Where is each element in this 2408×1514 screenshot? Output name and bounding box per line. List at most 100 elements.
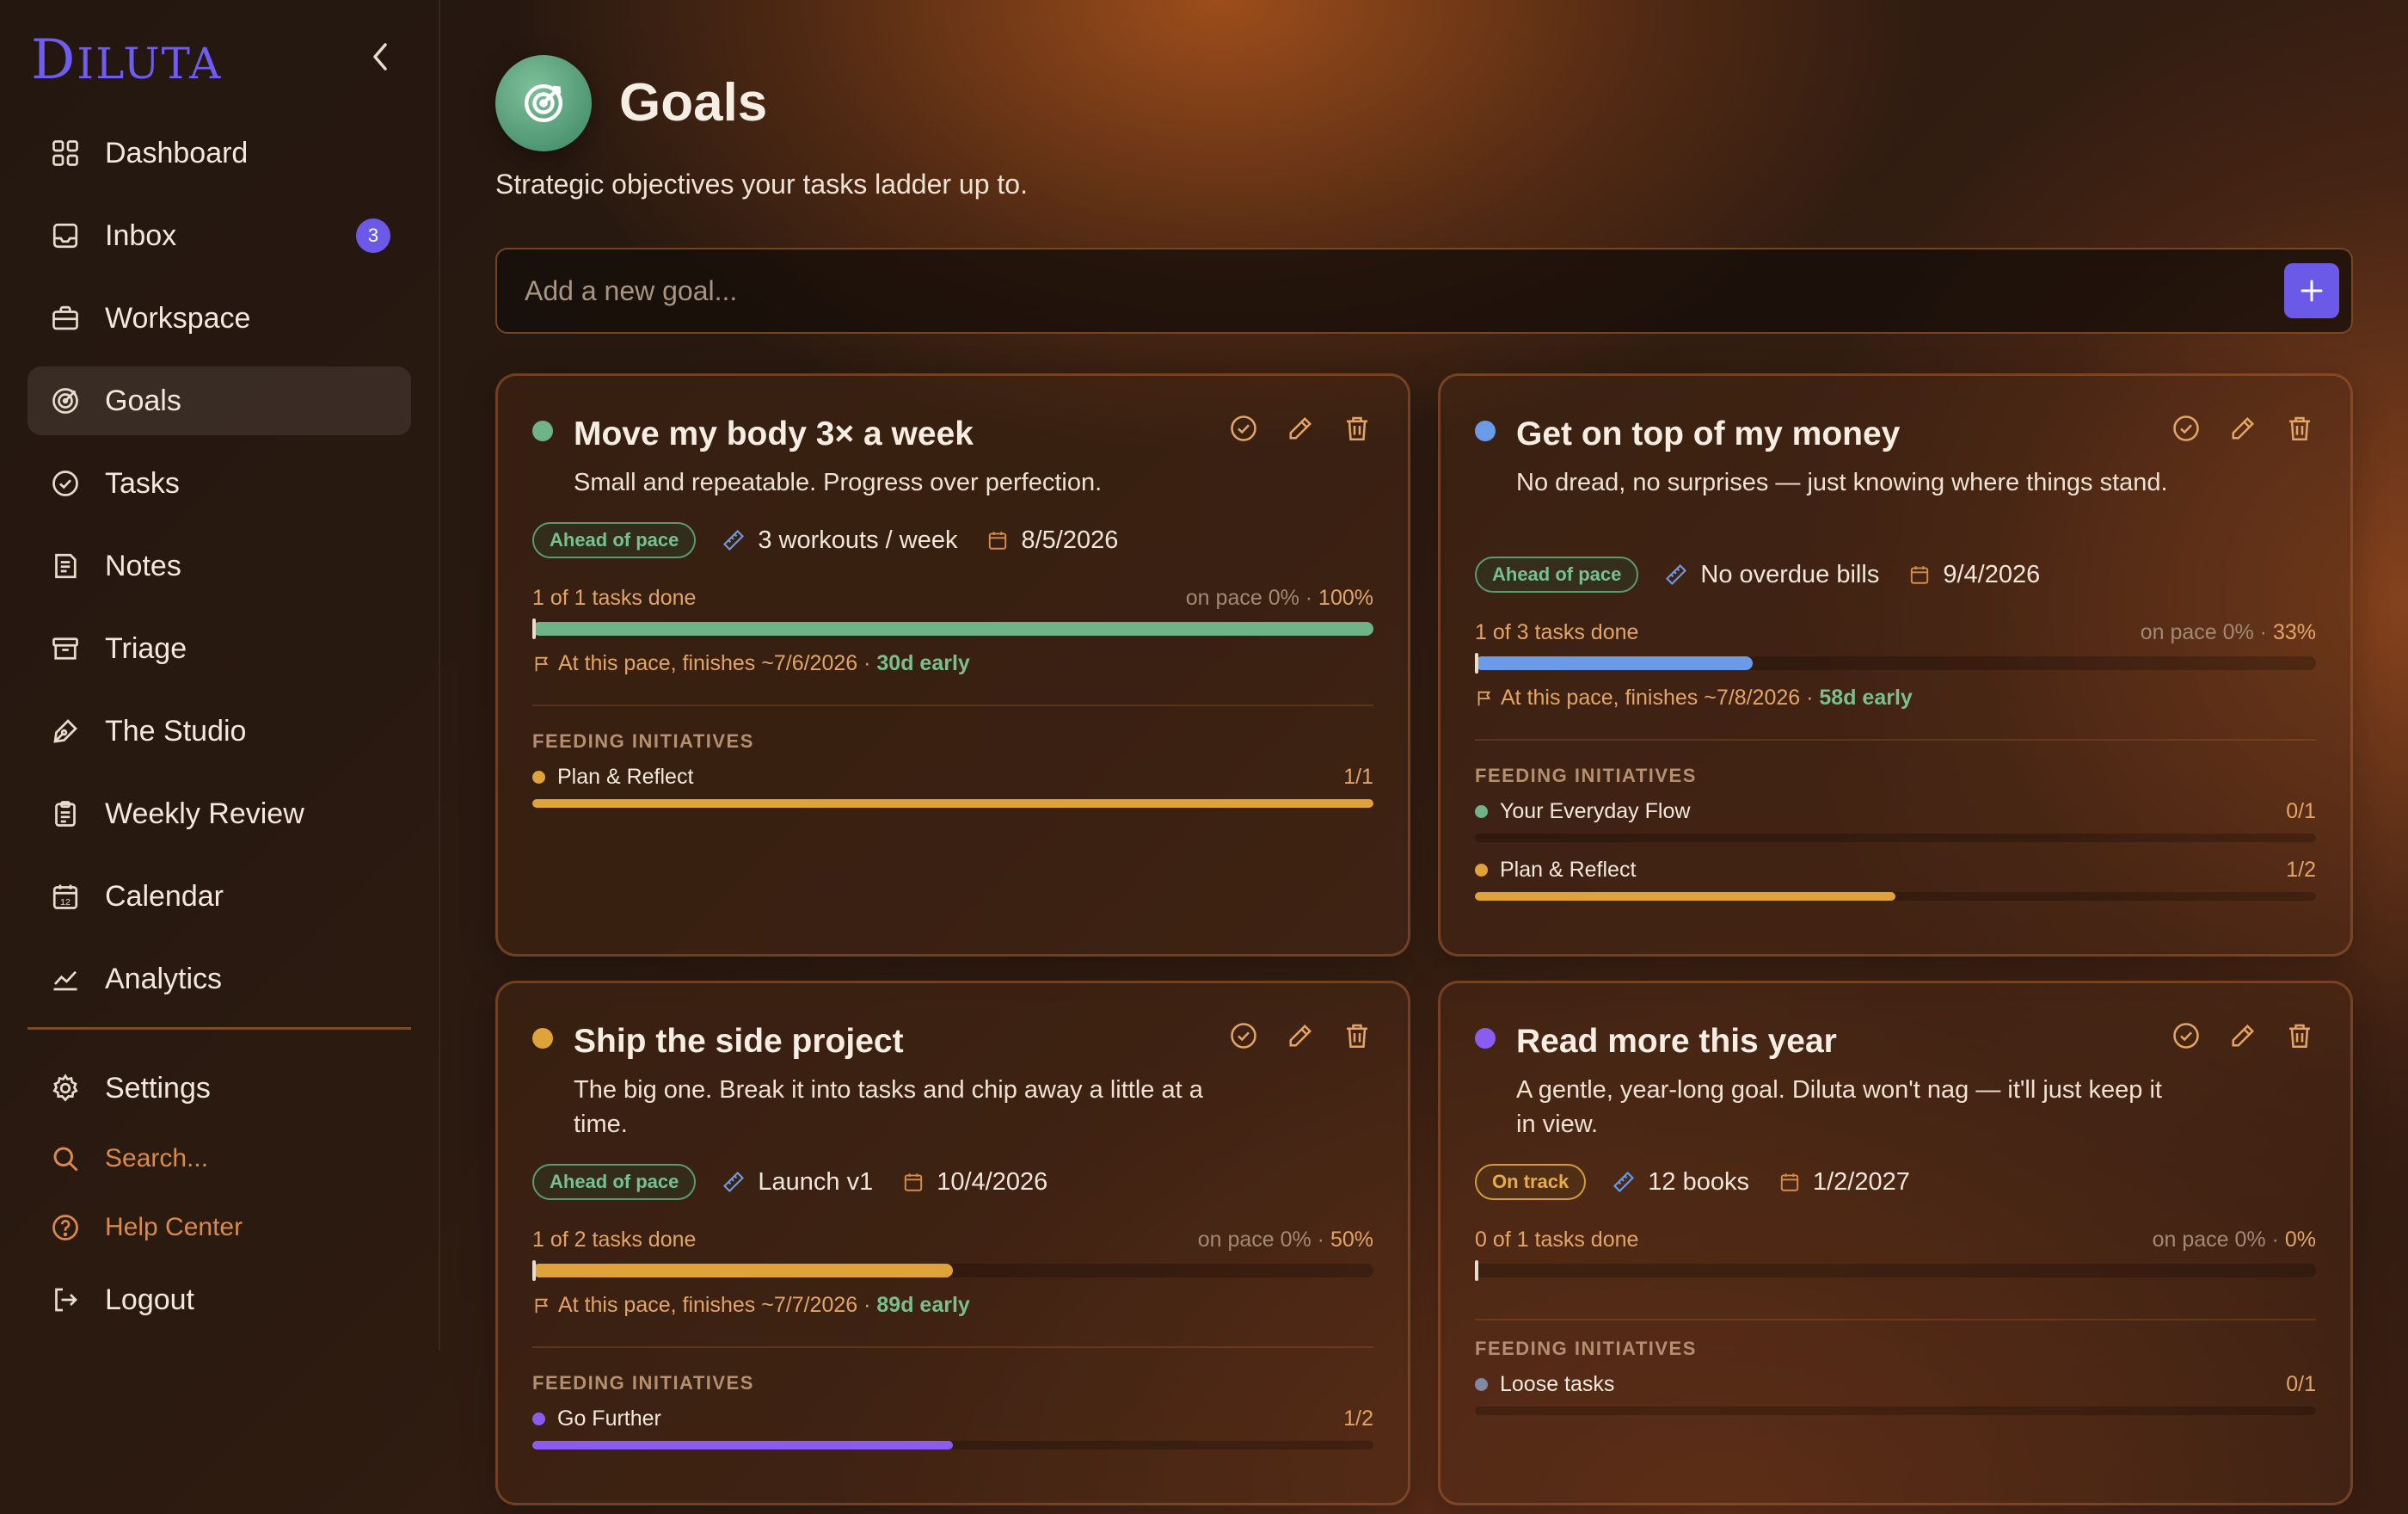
initiative-progress-bar [1475, 1406, 2316, 1415]
initiative-progress-fill [1475, 892, 1895, 901]
goal-card[interactable]: Read more this year A gentle, year-long … [1438, 981, 2353, 1505]
sidebar-item-label: Workspace [105, 301, 251, 335]
pencil-icon [1289, 1024, 1312, 1047]
edit-goal-button[interactable] [2227, 412, 2259, 445]
goal-description: The big one. Break it into tasks and chi… [574, 1076, 1203, 1138]
delete-goal-button[interactable] [1341, 1019, 1373, 1052]
sidebar-item-label: Help Center [105, 1213, 243, 1241]
sidebar-item-label: Dashboard [105, 136, 249, 169]
goal-target: Launch v1 [722, 1168, 873, 1197]
collapse-sidebar-button[interactable] [365, 40, 396, 74]
complete-goal-button[interactable] [1227, 1019, 1260, 1052]
main-nav: Dashboard Inbox 3 Workspace Goals Tasks … [28, 119, 411, 1348]
initiative-progress-bar [1475, 834, 2316, 842]
goal-title: Ship the side project [574, 1023, 904, 1060]
sidebar-item-help-center[interactable]: Help Center [28, 1197, 411, 1259]
delete-goal-button[interactable] [2283, 1019, 2316, 1052]
goal-card[interactable]: Move my body 3× a week Small and repeata… [495, 373, 1410, 957]
ruler-icon [1613, 1172, 1635, 1192]
sidebar-item-logout[interactable]: Logout [28, 1265, 411, 1334]
delete-goal-button[interactable] [1341, 412, 1373, 445]
pace-label: on pace 0% · 33% [2140, 620, 2316, 644]
pace-label: on pace 0% · 50% [1197, 1228, 1373, 1252]
goal-card[interactable]: Get on top of my money No dread, no surp… [1438, 373, 2353, 957]
edit-goal-button[interactable] [1284, 1019, 1317, 1052]
goal-progress-bar [532, 619, 1373, 639]
goal-actions [1227, 1019, 1373, 1052]
initiative-row[interactable]: Loose tasks 0/1 [1475, 1372, 2316, 1415]
initiative-row[interactable]: Your Everyday Flow 0/1 [1475, 799, 2316, 842]
help-icon [48, 1210, 83, 1245]
sidebar-item-triage[interactable]: Triage [28, 614, 411, 683]
check-circle-icon [1231, 1023, 1256, 1049]
progress-fill [532, 1264, 953, 1277]
status-badge: Ahead of pace [1475, 557, 1639, 593]
progress-fill [532, 622, 1373, 636]
initiative-dot [532, 1412, 545, 1425]
sidebar-item-calendar[interactable]: 12 Calendar [28, 862, 411, 931]
complete-goal-button[interactable] [2170, 412, 2202, 445]
feeding-initiatives-heading: FEEDING INITIATIVES [1475, 1338, 1697, 1359]
sidebar-search[interactable]: Search... [28, 1128, 411, 1190]
pace-label: on pace 0% · 0% [2152, 1228, 2316, 1252]
sidebar-item-goals[interactable]: Goals [28, 366, 411, 435]
goal-color-dot [1475, 1028, 1496, 1049]
edit-goal-button[interactable] [1284, 412, 1317, 445]
sidebar-item-label: Tasks [105, 466, 180, 500]
brand-logo[interactable]: D ILUTA [31, 33, 222, 89]
add-goal-button[interactable] [2284, 263, 2339, 318]
complete-goal-button[interactable] [2170, 1019, 2202, 1052]
dashboard-icon [48, 136, 83, 170]
goal-target: No overdue bills [1664, 561, 1879, 589]
initiative-row[interactable]: Plan & Reflect 1/1 [532, 765, 1373, 808]
goal-meta: Ahead of pace 3 workouts / week 8/5/2026 [532, 522, 1147, 558]
sidebar-item-weekly-review[interactable]: Weekly Review [28, 779, 411, 848]
pace-marker [1475, 653, 1478, 674]
goal-progress-bar [1475, 1260, 2316, 1281]
edit-goal-button[interactable] [2227, 1019, 2259, 1052]
tasks-done-label: 1 of 2 tasks done [532, 1228, 697, 1252]
delete-goal-button[interactable] [2283, 412, 2316, 445]
goal-description: Small and repeatable. Progress over perf… [574, 469, 1103, 496]
sidebar-item-tasks[interactable]: Tasks [28, 449, 411, 518]
calendar-icon [1780, 1173, 1799, 1191]
inbox-icon [48, 218, 83, 253]
search-icon [48, 1142, 83, 1176]
initiative-row[interactable]: Go Further 1/2 [532, 1406, 1373, 1449]
sidebar-item-label: Goals [105, 384, 181, 417]
sidebar-item-notes[interactable]: Notes [28, 532, 411, 600]
sidebar-item-workspace[interactable]: Workspace [28, 284, 411, 353]
initiative-dot [532, 771, 545, 784]
plus-icon [2300, 280, 2323, 302]
sidebar-item-analytics[interactable]: Analytics [28, 945, 411, 1013]
sidebar-item-label: Settings [105, 1071, 211, 1105]
sidebar-item-dashboard[interactable]: Dashboard [28, 119, 411, 188]
sidebar-item-label: Inbox [105, 218, 177, 252]
sidebar-item-the-studio[interactable]: The Studio [28, 697, 411, 766]
goal-color-dot [1475, 421, 1496, 441]
progress-summary: 1 of 2 tasks done on pace 0% · 50% [532, 1228, 1373, 1252]
finish-forecast: At this pace, finishes ~7/7/2026 · 89d e… [532, 1293, 970, 1318]
chart-icon [48, 962, 83, 996]
goal-title: Get on top of my money [1516, 415, 1901, 452]
sidebar-item-inbox[interactable]: Inbox 3 [28, 201, 411, 270]
progress-summary: 1 of 1 tasks done on pace 0% · 100% [532, 586, 1373, 611]
sidebar-item-settings[interactable]: Settings [28, 1054, 411, 1123]
pace-marker [532, 1260, 536, 1281]
progress-fill [1475, 656, 1753, 670]
new-goal-input[interactable] [525, 249, 2227, 332]
initiative-progress-bar [1475, 892, 2316, 901]
sidebar-item-label: Notes [105, 549, 181, 582]
complete-goal-button[interactable] [1227, 412, 1260, 445]
status-badge: Ahead of pace [532, 522, 697, 558]
goals-header-icon [495, 55, 592, 151]
chevron-left-icon [373, 43, 387, 71]
calendar-icon: 12 [48, 879, 83, 914]
goal-card[interactable]: Ship the side project The big one. Break… [495, 981, 1410, 1505]
goal-title: Read more this year [1516, 1023, 1837, 1060]
pace-label: on pace 0% · 100% [1185, 586, 1373, 610]
pace-marker [532, 619, 536, 639]
status-badge: On track [1475, 1164, 1587, 1200]
flag-icon [1477, 691, 1491, 705]
initiative-row[interactable]: Plan & Reflect 1/2 [1475, 858, 2316, 901]
